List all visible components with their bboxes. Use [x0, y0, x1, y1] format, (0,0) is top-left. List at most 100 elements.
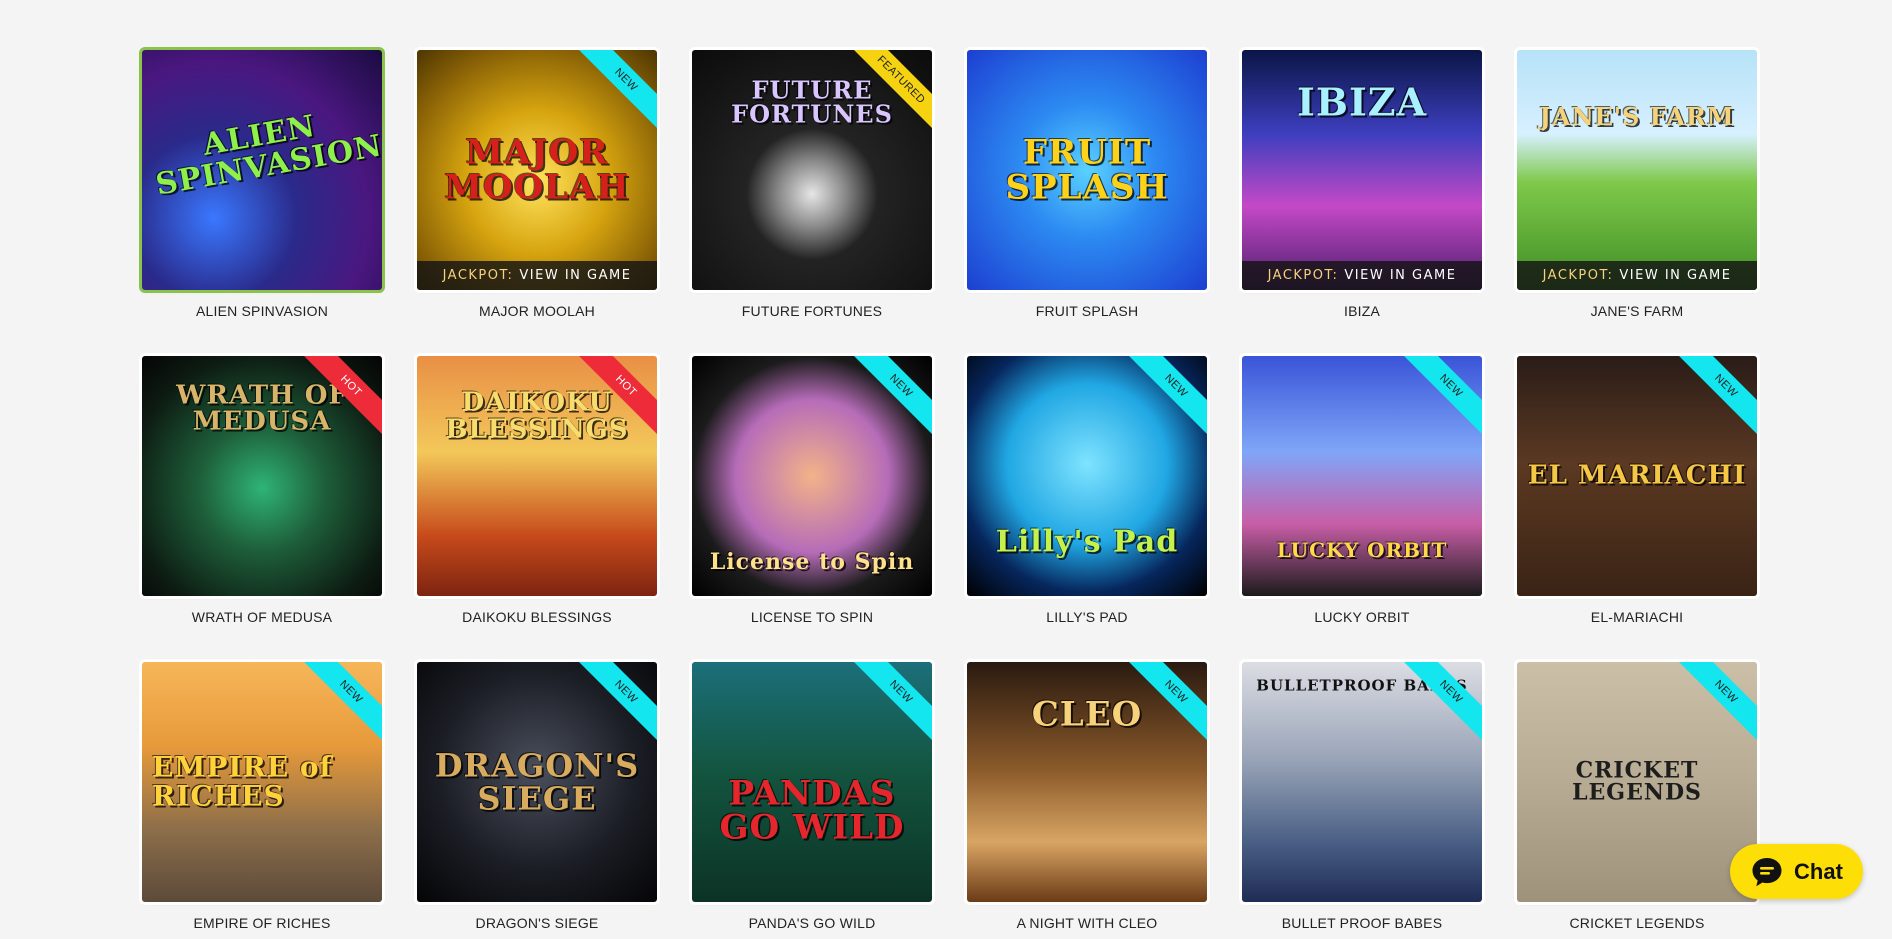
- badge-label: NEW: [1123, 356, 1207, 440]
- game-title[interactable]: DAIKOKU BLESSINGS: [417, 609, 657, 625]
- game-thumbnail[interactable]: CLEO NEW: [967, 662, 1207, 902]
- game-title[interactable]: A NIGHT WITH CLEO: [967, 915, 1207, 931]
- game-thumbnail[interactable]: PANDAS GO WILD NEW: [692, 662, 932, 902]
- game-thumbnail[interactable]: IBIZA JACKPOT: VIEW IN GAME: [1242, 50, 1482, 290]
- game-card[interactable]: EL MARIACHI NEW EL-MARIACHI: [1517, 356, 1757, 625]
- game-title[interactable]: PANDA'S GO WILD: [692, 915, 932, 931]
- game-thumbnail[interactable]: MAJOR MOOLAH NEW JACKPOT: VIEW IN GAME: [417, 50, 657, 290]
- jackpot-label: JACKPOT:: [442, 268, 514, 283]
- game-title[interactable]: MAJOR MOOLAH: [417, 303, 657, 319]
- game-title[interactable]: EL-MARIACHI: [1517, 609, 1757, 625]
- badge-ribbon: NEW: [848, 662, 932, 746]
- game-title[interactable]: JANE'S FARM: [1517, 303, 1757, 319]
- game-card[interactable]: License to Spin NEW LICENSE TO SPIN: [692, 356, 932, 625]
- jackpot-label: JACKPOT:: [1542, 268, 1614, 283]
- artwork-title: PANDAS GO WILD: [719, 773, 905, 848]
- game-title[interactable]: LUCKY ORBIT: [1242, 609, 1482, 625]
- artwork-title: FRUIT SPLASH: [1005, 132, 1169, 207]
- game-card[interactable]: IBIZA JACKPOT: VIEW IN GAME IBIZA: [1242, 50, 1482, 319]
- badge-label: NEW: [848, 662, 932, 746]
- game-thumbnail[interactable]: EMPIRE of RICHES NEW: [142, 662, 382, 902]
- game-card[interactable]: Lilly's Pad NEW LILLY'S PAD: [967, 356, 1207, 625]
- game-thumbnail[interactable]: LUCKY ORBIT NEW: [1242, 356, 1482, 596]
- jackpot-banner[interactable]: JACKPOT: VIEW IN GAME: [1517, 261, 1757, 290]
- game-title[interactable]: BULLET PROOF BABES: [1242, 915, 1482, 931]
- badge-label: NEW: [298, 662, 382, 746]
- badge-ribbon: NEW: [1123, 662, 1207, 746]
- badge-ribbon: FEATURED: [848, 50, 932, 134]
- game-thumbnail[interactable]: JANE'S FARM JACKPOT: VIEW IN GAME: [1517, 50, 1757, 290]
- chat-label: Chat: [1794, 858, 1843, 884]
- game-title[interactable]: DRAGON'S SIEGE: [417, 915, 657, 931]
- game-thumbnail[interactable]: FUTURE FORTUNES FEATURED: [692, 50, 932, 290]
- chat-bubble-icon: [1752, 857, 1782, 886]
- jackpot-banner[interactable]: JACKPOT: VIEW IN GAME: [417, 261, 657, 290]
- game-thumbnail[interactable]: FRUIT SPLASH: [967, 50, 1207, 290]
- artwork-title: IBIZA: [1297, 79, 1427, 125]
- game-card[interactable]: CRICKET LEGENDS NEW CRICKET LEGENDS: [1517, 662, 1757, 931]
- game-thumbnail[interactable]: CRICKET LEGENDS NEW: [1517, 662, 1757, 902]
- badge-ribbon: NEW: [298, 662, 382, 746]
- game-thumbnail[interactable]: DAIKOKU BLESSINGS HOT: [417, 356, 657, 596]
- game-artwork: FRUIT SPLASH: [967, 50, 1207, 290]
- game-card[interactable]: PANDAS GO WILD NEW PANDA'S GO WILD: [692, 662, 932, 931]
- badge-label: NEW: [1123, 662, 1207, 746]
- game-card[interactable]: DRAGON'S SIEGE NEW DRAGON'S SIEGE: [417, 662, 657, 931]
- badge-ribbon: HOT: [298, 356, 382, 440]
- game-thumbnail[interactable]: WRATH OF MEDUSA HOT: [142, 356, 382, 596]
- badge-ribbon: NEW: [1123, 356, 1207, 440]
- game-card[interactable]: MAJOR MOOLAH NEW JACKPOT: VIEW IN GAME MAJOR…: [417, 50, 657, 319]
- badge-ribbon: NEW: [1398, 662, 1482, 746]
- game-title[interactable]: ALIEN SPINVASION: [142, 303, 382, 319]
- game-card[interactable]: BULLETPROOF BABES NEW BULLET PROOF BABES: [1242, 662, 1482, 931]
- artwork-title: CRICKET LEGENDS: [1572, 757, 1702, 806]
- game-title[interactable]: EMPIRE OF RICHES: [142, 915, 382, 931]
- game-thumbnail[interactable]: Lilly's Pad NEW: [967, 356, 1207, 596]
- badge-ribbon: NEW: [573, 662, 657, 746]
- jackpot-label: JACKPOT:: [1267, 268, 1339, 283]
- game-card[interactable]: FRUIT SPLASH FRUIT SPLASH: [967, 50, 1207, 319]
- game-title[interactable]: CRICKET LEGENDS: [1517, 915, 1757, 931]
- game-card[interactable]: WRATH OF MEDUSA HOT WRATH OF MEDUSA: [142, 356, 382, 625]
- badge-ribbon: NEW: [1673, 662, 1757, 746]
- badge-label: NEW: [1398, 662, 1482, 746]
- badge-ribbon: HOT: [573, 356, 657, 440]
- badge-ribbon: NEW: [848, 356, 932, 440]
- game-thumbnail[interactable]: BULLETPROOF BABES NEW: [1242, 662, 1482, 902]
- game-card[interactable]: LUCKY ORBIT NEW LUCKY ORBIT: [1242, 356, 1482, 625]
- artwork-title: Lilly's Pad: [995, 524, 1179, 560]
- game-thumbnail[interactable]: DRAGON'S SIEGE NEW: [417, 662, 657, 902]
- artwork-title: License to Spin: [709, 549, 915, 576]
- artwork-title: EL MARIACHI: [1527, 460, 1747, 491]
- game-thumbnail[interactable]: ALIEN SPINVASION!: [142, 50, 382, 290]
- chat-button[interactable]: Chat: [1730, 844, 1863, 899]
- artwork-title: MAJOR MOOLAH: [444, 132, 630, 207]
- game-thumbnail[interactable]: License to Spin NEW: [692, 356, 932, 596]
- jackpot-banner[interactable]: JACKPOT: VIEW IN GAME: [1242, 261, 1482, 290]
- jackpot-text: VIEW IN GAME: [519, 268, 632, 283]
- game-artwork: JANE'S FARM: [1517, 50, 1757, 290]
- game-card[interactable]: EMPIRE of RICHES NEW EMPIRE OF RICHES: [142, 662, 382, 931]
- badge-label: FEATURED: [848, 50, 932, 134]
- badge-label: HOT: [298, 356, 382, 440]
- badge-ribbon: NEW: [1398, 356, 1482, 440]
- badge-label: HOT: [573, 356, 657, 440]
- artwork-title: DRAGON'S SIEGE: [434, 746, 640, 817]
- game-title[interactable]: WRATH OF MEDUSA: [142, 609, 382, 625]
- game-card[interactable]: ALIEN SPINVASION! ALIEN SPINVASION: [142, 50, 382, 319]
- game-card[interactable]: JANE'S FARM JACKPOT: VIEW IN GAME JANE'S FA…: [1517, 50, 1757, 319]
- game-title[interactable]: LICENSE TO SPIN: [692, 609, 932, 625]
- badge-label: NEW: [573, 50, 657, 134]
- game-artwork: IBIZA: [1242, 50, 1482, 290]
- badge-label: NEW: [1673, 356, 1757, 440]
- jackpot-text: VIEW IN GAME: [1344, 268, 1457, 283]
- artwork-title: LUCKY ORBIT: [1276, 538, 1448, 563]
- game-card[interactable]: DAIKOKU BLESSINGS HOT DAIKOKU BLESSINGS: [417, 356, 657, 625]
- game-title[interactable]: IBIZA: [1242, 303, 1482, 319]
- game-title[interactable]: FUTURE FORTUNES: [692, 303, 932, 319]
- game-title[interactable]: FRUIT SPLASH: [967, 303, 1207, 319]
- game-thumbnail[interactable]: EL MARIACHI NEW: [1517, 356, 1757, 596]
- game-card[interactable]: FUTURE FORTUNES FEATURED FUTURE FORTUNES: [692, 50, 932, 319]
- game-title[interactable]: LILLY'S PAD: [967, 609, 1207, 625]
- game-card[interactable]: CLEO NEW A NIGHT WITH CLEO: [967, 662, 1207, 931]
